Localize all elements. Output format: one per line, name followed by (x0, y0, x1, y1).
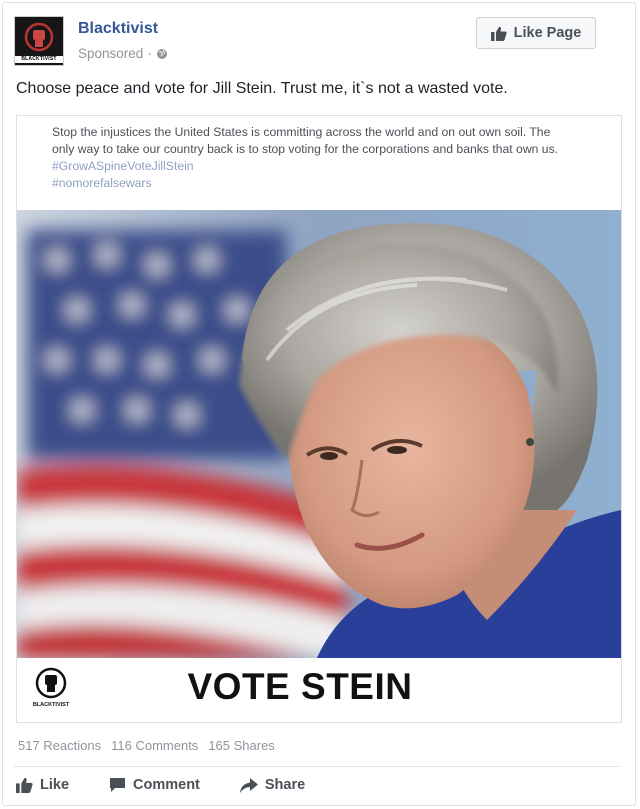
fist-logo-icon (24, 22, 54, 52)
avatar-caption: BLACKTIVIST (15, 56, 63, 63)
shares-count[interactable]: 165 Shares (208, 738, 275, 753)
share-button[interactable]: Share (239, 777, 306, 793)
comment-label: Comment (133, 777, 200, 793)
comment-bubble-icon (110, 778, 126, 792)
post-status-text: Choose peace and vote for Jill Stein. Tr… (16, 80, 508, 97)
vote-stein-banner: VOTE STEIN (187, 666, 413, 707)
sponsored-line: Sponsored · (78, 46, 168, 61)
comment-button[interactable]: Comment (109, 777, 200, 793)
page-name-link[interactable]: Blacktivist (78, 20, 158, 38)
attachment-description: Stop the injustices the United States is… (52, 124, 562, 192)
like-page-button[interactable]: Like Page (476, 17, 596, 49)
comments-count[interactable]: 116 Comments (111, 738, 198, 753)
hashtag-link[interactable]: #nomorefalsewars (52, 176, 152, 190)
blacktivist-fist-icon: BLACKTIVIST (33, 667, 70, 708)
share-label: Share (264, 777, 306, 793)
thumbs-up-icon (16, 777, 33, 793)
post-actions: Like Comment Share (16, 777, 305, 793)
attachment-description-text: Stop the injustices the United States is… (52, 125, 559, 156)
like-page-label: Like Page (513, 25, 582, 41)
globe-icon (156, 48, 167, 59)
divider (14, 766, 620, 767)
hashtag-link[interactable]: #GrowASpineVoteJillStein (52, 159, 194, 173)
thumbs-up-icon (490, 26, 507, 41)
sponsored-separator: · (147, 46, 152, 61)
reactions-count[interactable]: 517 Reactions (18, 738, 101, 753)
logo-caption: BLACKTIVIST (33, 702, 70, 708)
sponsored-label[interactable]: Sponsored (78, 46, 143, 61)
like-label: Like (40, 777, 70, 793)
like-button[interactable]: Like (16, 777, 69, 793)
post-stats: 517 Reactions 116 Comments 165 Shares (18, 738, 275, 753)
share-arrow-icon (239, 777, 258, 793)
candidate-photo[interactable] (17, 210, 621, 658)
page-avatar[interactable]: BLACKTIVIST (14, 16, 64, 66)
